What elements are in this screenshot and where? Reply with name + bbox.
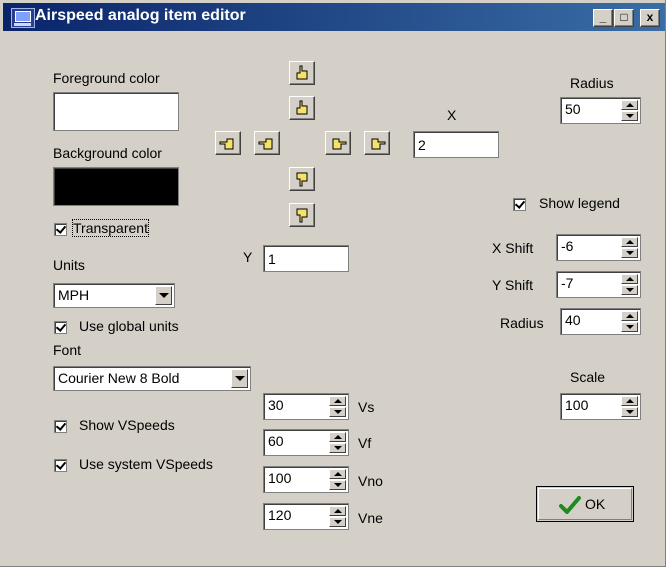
units-label: Units: [53, 257, 85, 273]
spin-down-icon[interactable]: [621, 111, 638, 121]
show-legend-label[interactable]: Show legend: [539, 195, 620, 211]
move-up-button[interactable]: [289, 96, 315, 120]
show-vspeeds-label[interactable]: Show VSpeeds: [79, 417, 175, 433]
background-color-label: Background color: [53, 145, 162, 161]
transparent-checkbox[interactable]: [54, 223, 67, 236]
move-down-fast-button[interactable]: [289, 203, 315, 227]
foreground-color-label: Foreground color: [53, 70, 160, 86]
scale-spinner[interactable]: 100: [560, 393, 641, 420]
minimize-button[interactable]: _: [593, 9, 613, 27]
transparent-label[interactable]: Transparent: [72, 219, 149, 237]
spin-down-icon[interactable]: [329, 480, 346, 490]
vspeed-label-vs: Vs: [358, 399, 375, 415]
hand-pointing-down-icon: [296, 172, 308, 187]
spin-down-icon[interactable]: [329, 517, 346, 527]
scale-value: 100: [565, 397, 589, 413]
spin-up-icon[interactable]: [329, 469, 346, 479]
spin-up-icon[interactable]: [621, 311, 638, 321]
y-shift-value: -7: [561, 275, 574, 291]
show-legend-checkbox[interactable]: [513, 198, 526, 211]
vspeed-value: 60: [268, 433, 284, 449]
background-color-swatch[interactable]: [53, 167, 179, 206]
units-value: MPH: [58, 287, 90, 303]
vspeed-spinner-vf[interactable]: 60: [263, 429, 349, 456]
vspeed-label-vne: Vne: [358, 510, 383, 526]
x-shift-value: -6: [561, 238, 574, 254]
x-shift-spinner[interactable]: -6: [556, 234, 641, 261]
font-select[interactable]: Courier New 8 Bold: [53, 366, 251, 391]
y-shift-label: Y Shift: [492, 277, 533, 293]
radius-label: Radius: [570, 75, 614, 91]
editor-window: Airspeed analog item editor _ □ x Foregr…: [0, 0, 666, 567]
spin-down-icon[interactable]: [621, 407, 638, 417]
spin-up-icon[interactable]: [621, 396, 638, 406]
spin-up-icon[interactable]: [329, 396, 346, 406]
green-checkmark-icon: [559, 496, 581, 514]
hand-pointing-right-icon: [371, 138, 386, 150]
units-select[interactable]: MPH: [53, 283, 175, 308]
use-global-units-checkbox[interactable]: [54, 321, 67, 334]
legend-radius-value: 40: [565, 312, 581, 328]
radius-value: 50: [565, 101, 581, 117]
vspeed-value: 100: [268, 470, 292, 486]
radius-spinner[interactable]: 50: [560, 97, 641, 124]
spin-down-icon[interactable]: [621, 285, 638, 295]
y-shift-spinner[interactable]: -7: [556, 271, 641, 298]
move-left-button[interactable]: [254, 131, 280, 155]
hand-pointing-up-icon: [296, 65, 308, 80]
show-vspeeds-checkbox[interactable]: [54, 420, 67, 433]
move-right-button[interactable]: [325, 131, 351, 155]
vspeed-label-vf: Vf: [358, 435, 372, 451]
hand-pointing-right-icon: [332, 138, 347, 150]
hand-pointing-up-icon: [296, 100, 308, 115]
move-left-fast-button[interactable]: [215, 131, 241, 155]
spin-down-icon[interactable]: [329, 443, 346, 453]
ok-label: OK: [585, 496, 606, 512]
spin-down-icon[interactable]: [621, 248, 638, 258]
close-button[interactable]: x: [640, 9, 660, 27]
use-global-units-label[interactable]: Use global units: [79, 318, 179, 334]
hand-pointing-left-icon: [219, 138, 234, 150]
legend-radius-label: Radius: [500, 315, 544, 331]
spin-up-icon[interactable]: [329, 506, 346, 516]
spin-up-icon[interactable]: [621, 274, 638, 284]
chevron-down-icon[interactable]: [231, 369, 248, 388]
ok-button[interactable]: OK: [536, 486, 634, 522]
font-value: Courier New 8 Bold: [58, 370, 180, 386]
move-up-fast-button[interactable]: [289, 61, 315, 85]
y-input[interactable]: [263, 245, 349, 272]
vspeed-spinner-vne[interactable]: 120: [263, 503, 349, 530]
spin-down-icon[interactable]: [329, 407, 346, 417]
use-system-vspeeds-label[interactable]: Use system VSpeeds: [79, 456, 213, 472]
foreground-color-swatch[interactable]: [53, 92, 179, 131]
use-system-vspeeds-checkbox[interactable]: [54, 459, 67, 472]
spin-up-icon[interactable]: [621, 100, 638, 110]
hand-pointing-down-icon: [296, 208, 308, 223]
vspeed-value: 30: [268, 397, 284, 413]
x-label: X: [447, 107, 457, 123]
vspeed-label-vno: Vno: [358, 473, 383, 489]
maximize-button[interactable]: □: [614, 9, 634, 27]
window-title: Airspeed analog item editor: [35, 7, 246, 24]
vspeed-spinner-vs[interactable]: 30: [263, 393, 349, 420]
x-input[interactable]: [413, 131, 499, 158]
move-right-fast-button[interactable]: [364, 131, 390, 155]
title-bar[interactable]: Airspeed analog item editor _ □ x: [3, 3, 665, 31]
move-down-button[interactable]: [289, 167, 315, 191]
spin-up-icon[interactable]: [621, 237, 638, 247]
app-icon: [11, 8, 35, 28]
vspeed-value: 120: [268, 507, 292, 523]
spin-up-icon[interactable]: [329, 432, 346, 442]
spin-down-icon[interactable]: [621, 322, 638, 332]
x-shift-label: X Shift: [492, 240, 534, 256]
y-label: Y: [243, 249, 253, 265]
vspeed-spinner-vno[interactable]: 100: [263, 466, 349, 493]
hand-pointing-left-icon: [258, 138, 273, 150]
scale-label: Scale: [570, 369, 606, 385]
legend-radius-spinner[interactable]: 40: [560, 308, 641, 335]
font-label: Font: [53, 342, 82, 358]
chevron-down-icon[interactable]: [155, 286, 172, 305]
